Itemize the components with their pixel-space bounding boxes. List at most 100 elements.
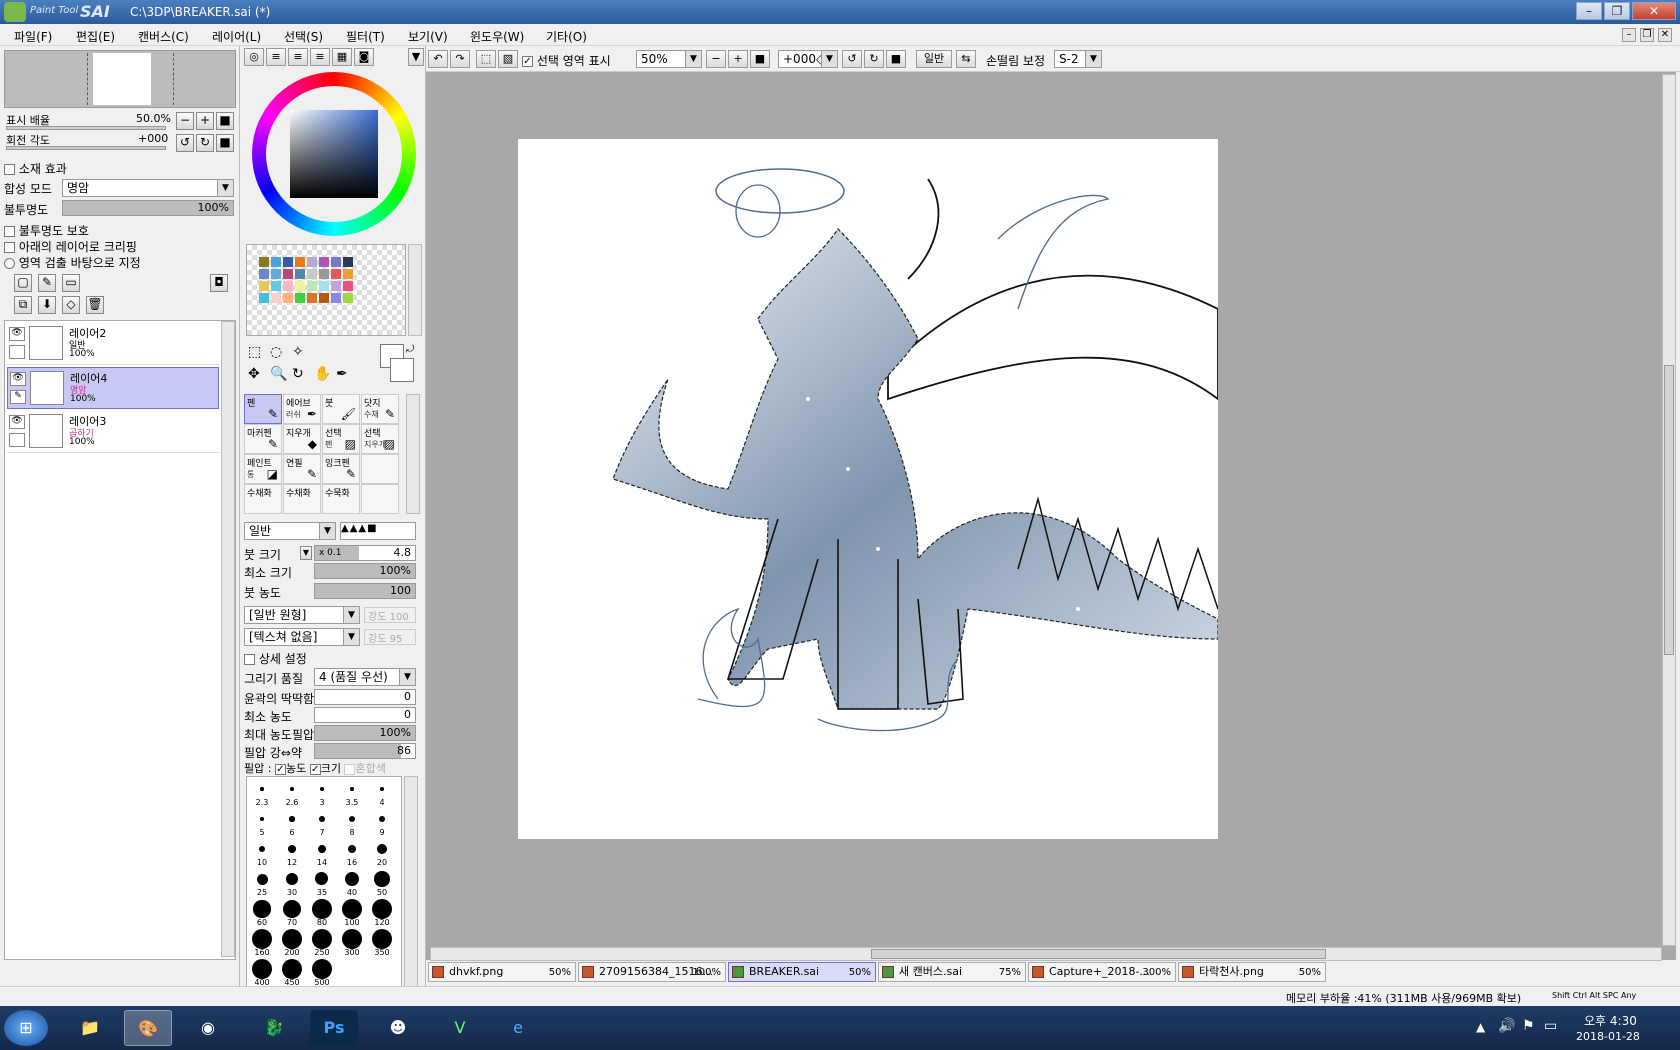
photoshop-icon[interactable]: Ps	[310, 1010, 358, 1046]
magic-wand-icon[interactable]: ✧	[292, 344, 304, 360]
swatch-scrollbar[interactable]	[408, 244, 422, 336]
brush-size-slider[interactable]: x 0.1 4.8	[314, 545, 416, 561]
eye-icon[interactable]: 👁	[9, 327, 25, 341]
brush-size-preset[interactable]: 4	[367, 777, 397, 807]
brush-size-preset[interactable]: 16	[337, 837, 367, 867]
brush-tool[interactable]: 연필 ✎	[283, 454, 321, 484]
brush-tool[interactable]	[361, 484, 399, 514]
brush-tool[interactable]: 붓 🖌	[322, 394, 360, 424]
density-slider[interactable]: 100	[314, 583, 416, 599]
layer-mask-icon[interactable]: ◘	[210, 274, 228, 292]
brush-size-preset[interactable]: 25	[247, 867, 277, 897]
mdi-close-button[interactable]: ✕	[1658, 28, 1672, 42]
layer-item[interactable]: 👁 레이어2 일반 100%	[7, 323, 219, 365]
presets-scrollbar[interactable]	[404, 776, 418, 992]
secondary-color-swatch[interactable]	[390, 358, 414, 382]
brush-shape-selector[interactable]: ▲▲▲■	[340, 522, 416, 540]
brush-size-preset[interactable]: 2.6	[277, 777, 307, 807]
brush-size-preset[interactable]: 100	[337, 897, 367, 927]
color-swatch[interactable]	[295, 293, 305, 303]
protect-opacity-option[interactable]: 불투명도 보호	[4, 222, 89, 239]
brush-size-preset[interactable]: 70	[277, 897, 307, 927]
volume-icon[interactable]: 🔊	[1498, 1018, 1515, 1034]
brush-size-preset[interactable]: 500	[307, 957, 337, 987]
brush-lock-icon[interactable]: ✎	[10, 390, 26, 404]
layer-item-active[interactable]: 👁 ✎ 레이어4 명암 100%	[7, 367, 219, 409]
close-button[interactable]: ✕	[1632, 2, 1676, 20]
blend-mode-select[interactable]: 명암 ▼	[62, 179, 234, 197]
canvas-horizontal-scrollbar[interactable]	[430, 947, 1662, 961]
brush-size-preset[interactable]: 400	[247, 957, 277, 987]
edge-hardness-slider[interactable]: 0	[314, 689, 416, 705]
color-swatch[interactable]	[343, 257, 353, 267]
new-layer-icon[interactable]: ▢	[14, 274, 32, 292]
brush-size-preset[interactable]: 2.3	[247, 777, 277, 807]
file-tab[interactable]: Capture+_2018-... 300%	[1028, 962, 1176, 982]
file-tab[interactable]: 2709156384_1516... 100%	[578, 962, 726, 982]
max-pressure-slider[interactable]: 100%	[314, 725, 416, 741]
zoom-out-icon[interactable]: −	[706, 50, 726, 68]
color-swatch[interactable]	[283, 293, 293, 303]
menu-edit[interactable]: 편집(E)	[76, 28, 115, 45]
flip-icon[interactable]: ⇆	[956, 50, 976, 68]
rotate-ccw-icon[interactable]: ↺	[842, 50, 862, 68]
new-folder-icon[interactable]: ▭	[62, 274, 80, 292]
brush-size-preset[interactable]: 10	[247, 837, 277, 867]
rotate-cw-icon[interactable]: ↻	[864, 50, 884, 68]
color-swatch[interactable]	[259, 293, 269, 303]
vine-icon[interactable]: V	[436, 1010, 484, 1046]
zoom-in-button[interactable]: +	[196, 112, 214, 130]
brush-mode-select[interactable]: 일반 ▼	[244, 522, 336, 540]
layer-item[interactable]: 👁 레이어3 곱하기 100%	[7, 411, 219, 453]
brush-shape-select[interactable]: [일반 원형] ▼	[244, 606, 360, 624]
eyedropper-icon[interactable]: ✒	[336, 366, 348, 382]
mix-tab[interactable]: ≡	[310, 48, 330, 66]
color-wheel-tab[interactable]: ◎	[244, 48, 264, 66]
color-swatch[interactable]	[295, 257, 305, 267]
tray-expand-icon[interactable]: ▲	[1476, 1020, 1485, 1034]
size-mult-dropdown[interactable]: ▼	[300, 546, 312, 560]
lock-checkbox[interactable]	[9, 433, 25, 447]
brush-size-preset[interactable]: 60	[247, 897, 277, 927]
scroll-thumb[interactable]	[871, 949, 1326, 959]
color-swatch[interactable]	[319, 269, 329, 279]
brush-tool[interactable]: 지우개 ◆	[283, 424, 321, 454]
menu-file[interactable]: 파일(F)	[14, 28, 52, 45]
brush-size-preset[interactable]: 80	[307, 897, 337, 927]
menu-window[interactable]: 윈도우(W)	[470, 28, 524, 45]
rotate-left-button[interactable]: ↺	[176, 134, 194, 152]
zoom-out-button[interactable]: −	[176, 112, 194, 130]
effects-toggle[interactable]: 소재 효과	[4, 160, 67, 177]
brush-size-preset[interactable]: 9	[367, 807, 397, 837]
brush-tool[interactable]: 선택 지우개 ▨	[361, 424, 399, 454]
view-mode-button[interactable]: 일반	[916, 50, 952, 68]
min-size-slider[interactable]: 100%	[314, 563, 416, 579]
hsv-slider-tab[interactable]: ≡	[288, 48, 308, 66]
clear-layer-icon[interactable]: ◇	[62, 296, 80, 314]
brush-tool[interactable]: 펜 ✎	[244, 394, 282, 424]
scratchpad-tab[interactable]: ◙	[354, 48, 374, 66]
brush-tool[interactable]: 수채화	[283, 484, 321, 514]
brush-size-preset[interactable]: 120	[367, 897, 397, 927]
color-swatch[interactable]	[307, 293, 317, 303]
selection-source-option[interactable]: 영역 검출 바탕으로 지정	[4, 254, 141, 271]
brush-size-preset[interactable]: 12	[277, 837, 307, 867]
copy-layer-icon[interactable]: ⧉	[14, 296, 32, 314]
color-swatch[interactable]	[259, 269, 269, 279]
color-swatch[interactable]	[319, 281, 329, 291]
clock-date[interactable]: 2018-01-28	[1576, 1030, 1640, 1043]
color-swatch[interactable]	[295, 269, 305, 279]
file-tab-active[interactable]: BREAKER.sai 50%	[728, 962, 876, 982]
color-swatch[interactable]	[331, 281, 341, 291]
rect-select-icon[interactable]: ⬚	[248, 344, 261, 360]
swatch-grid[interactable]	[246, 244, 406, 336]
app-mascot-icon[interactable]: ☻	[374, 1010, 422, 1046]
app-dragon-icon[interactable]: 🐉	[250, 1010, 298, 1046]
quality-select[interactable]: 4 (품질 우선) ▼	[314, 668, 416, 686]
show-selection-checkbox[interactable]	[522, 56, 533, 67]
tool-scrollbar[interactable]	[406, 394, 420, 514]
detail-toggle[interactable]: 상세 설정	[244, 650, 307, 667]
redo-icon[interactable]: ↷	[450, 50, 470, 68]
brush-tool[interactable]: 에어브 러쉬 ✒	[283, 394, 321, 424]
menu-view[interactable]: 보기(V)	[408, 28, 448, 45]
